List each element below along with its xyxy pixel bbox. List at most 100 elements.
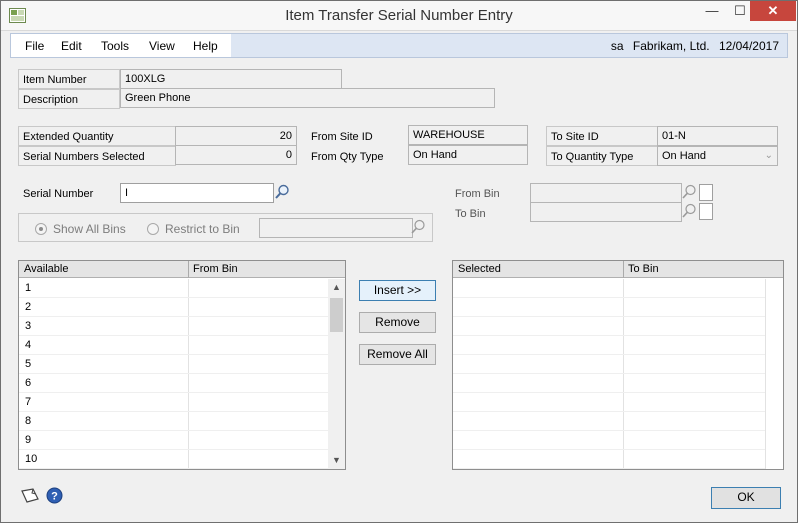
window-title: Item Transfer Serial Number Entry: [285, 7, 513, 24]
to-bin-field: [530, 202, 682, 222]
restrict-to-bin-label: Restrict to Bin: [165, 222, 240, 236]
available-row[interactable]: 8: [19, 412, 328, 431]
available-serial-cell: 5: [25, 358, 32, 370]
serial-numbers-selected-field: 0: [175, 145, 297, 165]
help-icon[interactable]: ?: [46, 487, 63, 504]
selected-row[interactable]: [453, 374, 765, 393]
menu-help[interactable]: Help: [193, 39, 218, 53]
available-serial-cell: 6: [25, 377, 32, 389]
selected-row[interactable]: [453, 393, 765, 412]
available-serial-cell: 10: [25, 453, 38, 465]
chevron-down-icon: ⌄: [764, 150, 773, 161]
available-row[interactable]: 7: [19, 393, 328, 412]
show-all-bins-label: Show All Bins: [53, 222, 126, 236]
user-id: sa: [610, 39, 624, 53]
to-quantity-type-value: On Hand: [662, 150, 707, 162]
show-all-bins-radio[interactable]: Show All Bins: [35, 222, 126, 236]
radio-selected-icon: [35, 223, 47, 235]
available-row[interactable]: 1: [19, 279, 328, 298]
available-column-header[interactable]: Available: [21, 261, 68, 278]
available-row[interactable]: 2: [19, 298, 328, 317]
to-bin-lookup-button[interactable]: [681, 202, 698, 220]
selected-grid[interactable]: Selected To Bin: [452, 260, 784, 470]
menu-tools[interactable]: Tools: [101, 39, 129, 53]
selected-row[interactable]: [453, 298, 765, 317]
selected-row[interactable]: [453, 412, 765, 431]
remove-button[interactable]: Remove: [359, 312, 436, 333]
magnifier-icon: [682, 184, 696, 199]
magnifier-icon: [275, 184, 289, 199]
to-bin-column-header[interactable]: To Bin: [625, 261, 659, 278]
available-serial-cell: 4: [25, 339, 32, 351]
title-bar: Item Transfer Serial Number Entry — ☐ ✕: [1, 1, 797, 31]
menu-bar: File Edit Tools View Help sa Fabrikam, L…: [10, 33, 788, 58]
to-site-id-field: 01-N: [657, 126, 778, 146]
selected-row[interactable]: [453, 336, 765, 355]
available-row[interactable]: 6: [19, 374, 328, 393]
from-site-id-label: From Site ID: [306, 126, 408, 146]
available-row[interactable]: 9: [19, 431, 328, 450]
selected-row[interactable]: [453, 355, 765, 374]
serial-number-label: Serial Number: [18, 183, 118, 203]
from-qty-type-label: From Qty Type: [306, 146, 408, 166]
from-bin-field: [530, 183, 682, 203]
available-serial-cell: 3: [25, 320, 32, 332]
extended-quantity-label: Extended Quantity: [18, 126, 176, 146]
available-row[interactable]: 10: [19, 450, 328, 469]
from-bin-column-header[interactable]: From Bin: [190, 261, 238, 278]
available-row[interactable]: 3: [19, 317, 328, 336]
description-field: Green Phone: [120, 88, 495, 108]
session-info: sa Fabrikam, Ltd. 12/04/2017: [605, 39, 779, 53]
svg-text:?: ?: [51, 491, 58, 503]
scroll-down-icon[interactable]: ▼: [328, 452, 345, 469]
available-serial-cell: 2: [25, 301, 32, 313]
from-bin-lookup-button[interactable]: [681, 183, 698, 201]
insert-button[interactable]: Insert >>: [359, 280, 436, 301]
company-name: Fabrikam, Ltd.: [632, 39, 710, 53]
from-bin-label: From Bin: [450, 183, 530, 203]
menu-edit[interactable]: Edit: [61, 39, 82, 53]
to-site-id-label: To Site ID: [546, 126, 658, 146]
to-quantity-type-label: To Quantity Type: [546, 146, 658, 166]
available-serial-cell: 7: [25, 396, 32, 408]
scroll-up-icon[interactable]: ▲: [328, 279, 345, 296]
available-grid[interactable]: Available From Bin 1 2 3 4 5 6 7 8 9 10 ▲ ▼: [18, 260, 346, 470]
selected-row[interactable]: [453, 450, 765, 469]
available-serial-cell: 1: [25, 282, 32, 294]
selected-column-header[interactable]: Selected: [455, 261, 501, 278]
from-bin-detail-button[interactable]: [699, 184, 713, 201]
item-number-label: Item Number: [18, 69, 120, 89]
close-button[interactable]: ✕: [750, 1, 796, 21]
radio-unselected-icon: [147, 223, 159, 235]
selected-row[interactable]: [453, 317, 765, 336]
menu-items: File Edit Tools View Help: [11, 34, 231, 57]
available-row[interactable]: 5: [19, 355, 328, 374]
to-bin-label: To Bin: [450, 203, 530, 223]
from-site-id-field: WAREHOUSE: [408, 125, 528, 145]
magnifier-icon: [682, 203, 696, 218]
restrict-bin-field: [259, 218, 413, 238]
available-serial-cell: 8: [25, 415, 32, 427]
menu-file[interactable]: File: [25, 39, 44, 53]
item-transfer-serial-window: Item Transfer Serial Number Entry — ☐ ✕ …: [0, 0, 798, 523]
serial-number-input[interactable]: I: [120, 183, 274, 203]
ok-button[interactable]: OK: [711, 487, 781, 509]
note-icon[interactable]: [20, 488, 40, 503]
extended-quantity-field: 20: [175, 126, 297, 146]
minimize-button[interactable]: —: [698, 1, 726, 21]
scroll-thumb[interactable]: [330, 298, 343, 332]
available-serial-cell: 9: [25, 434, 32, 446]
serial-lookup-button[interactable]: [274, 183, 291, 201]
selected-row[interactable]: [453, 431, 765, 450]
description-label: Description: [18, 89, 120, 109]
available-scrollbar[interactable]: ▲ ▼: [328, 279, 345, 469]
menu-view[interactable]: View: [149, 39, 175, 53]
to-bin-detail-button[interactable]: [699, 203, 713, 220]
serial-numbers-selected-label: Serial Numbers Selected: [18, 146, 176, 166]
restrict-bin-lookup-button[interactable]: [410, 218, 427, 236]
restrict-to-bin-radio[interactable]: Restrict to Bin: [147, 222, 240, 236]
selected-row[interactable]: [453, 279, 765, 298]
remove-all-button[interactable]: Remove All: [359, 344, 436, 365]
available-row[interactable]: 4: [19, 336, 328, 355]
to-quantity-type-dropdown[interactable]: On Hand ⌄: [657, 146, 778, 166]
